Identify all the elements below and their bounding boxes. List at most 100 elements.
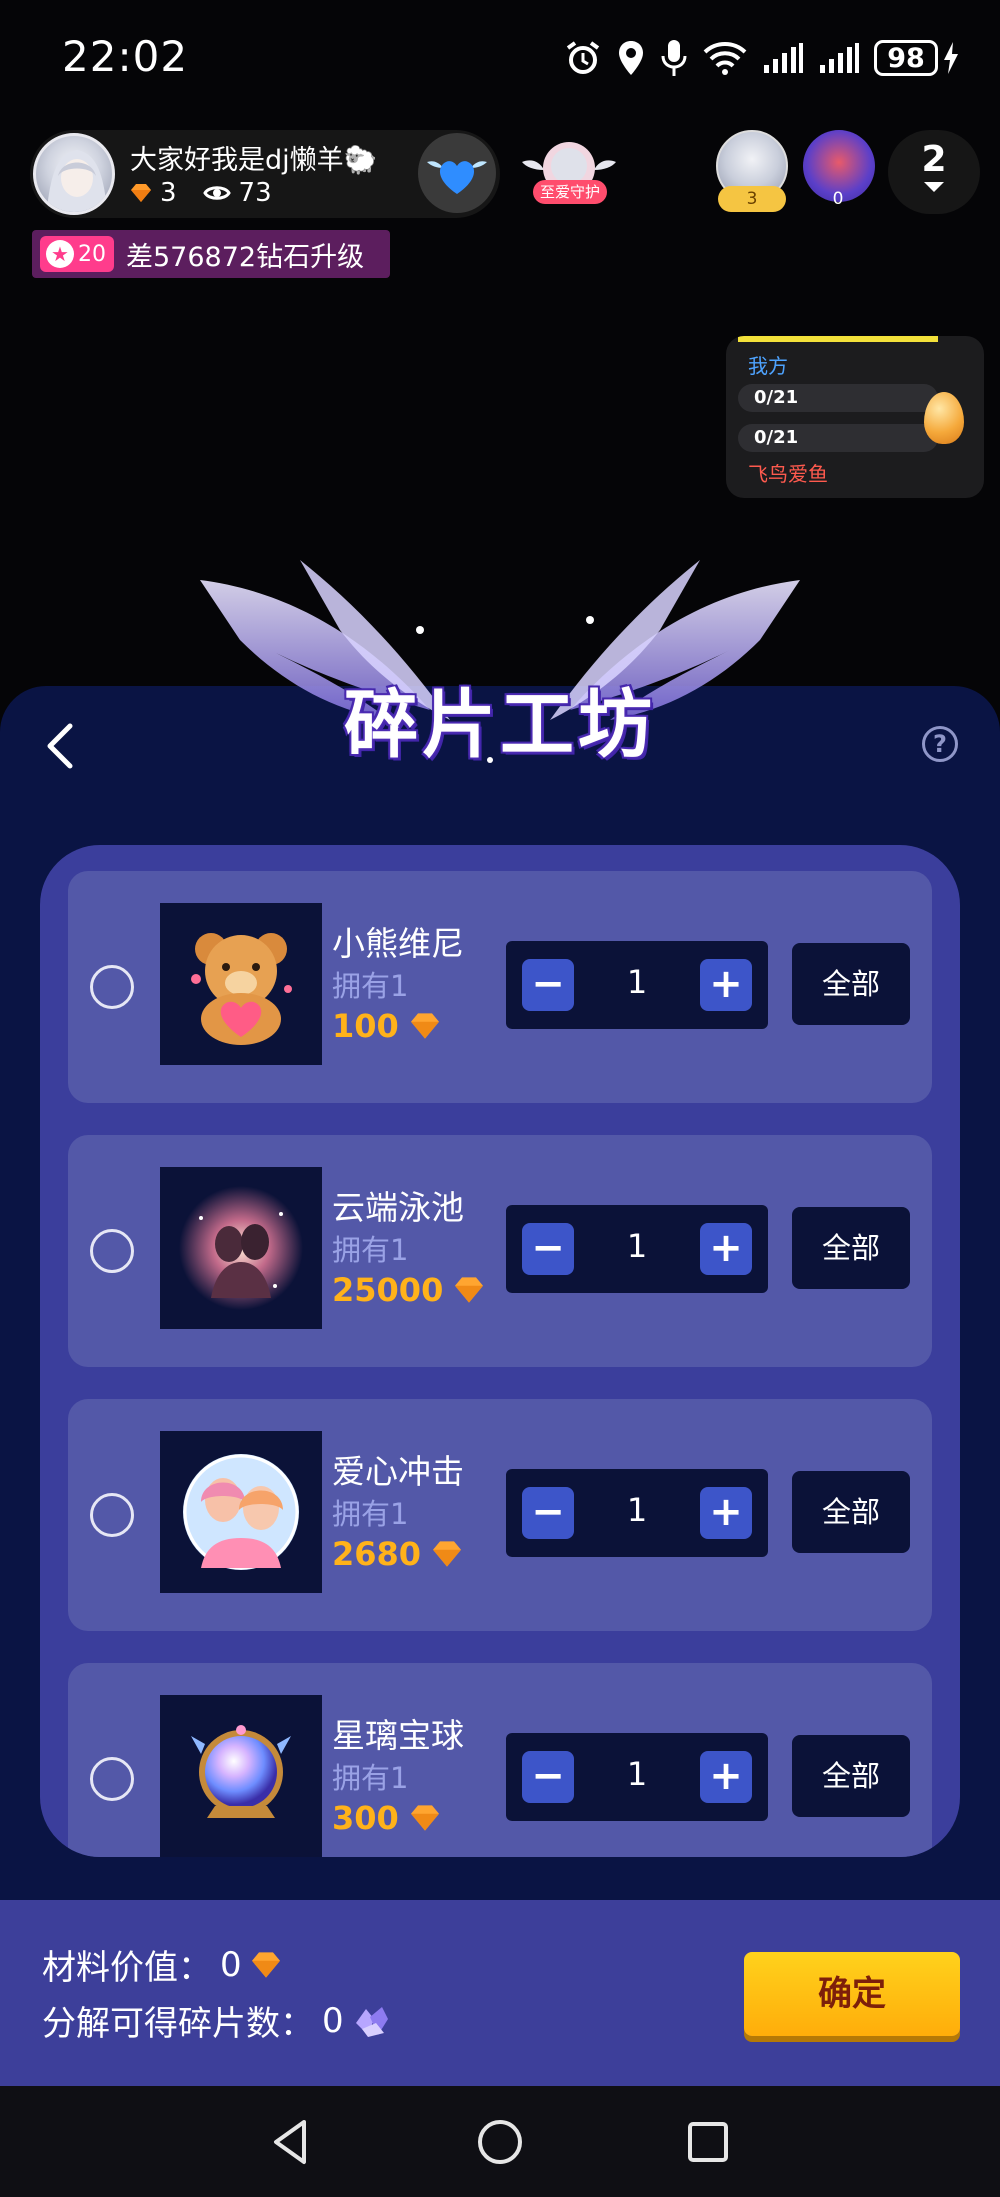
pk-progress-line (738, 336, 938, 342)
back-icon[interactable] (40, 720, 80, 772)
item-image (160, 1695, 322, 1857)
fragment-list-viewport: 小熊维尼 拥有1 100 − 1 + 全部 云端泳池 拥有1 25000 − 1… (68, 871, 932, 1857)
quantity-stepper: − 1 + (506, 1205, 768, 1293)
item-price-value: 25000 (332, 1271, 444, 1309)
mic-icon (661, 40, 687, 76)
decrement-button[interactable]: − (522, 1751, 574, 1803)
item-checkbox[interactable] (90, 1757, 134, 1801)
host-avatar[interactable] (33, 133, 115, 215)
confirm-button[interactable]: 确定 (744, 1952, 960, 2036)
item-price: 25000 (332, 1271, 485, 1309)
diamond-icon (251, 1951, 280, 1978)
level-badge: ★ 20 (40, 236, 114, 272)
level-progress[interactable]: ★ 20 差576872钻石升级 (32, 230, 390, 278)
help-icon[interactable]: ? (922, 726, 958, 762)
item-price: 100 (332, 1007, 441, 1045)
item-price-value: 300 (332, 1799, 399, 1837)
item-image (160, 1167, 322, 1329)
fragment-list[interactable]: 小熊维尼 拥有1 100 − 1 + 全部 云端泳池 拥有1 25000 − 1… (40, 845, 960, 1857)
quantity-value[interactable]: 1 (586, 963, 688, 1001)
increment-button[interactable]: + (700, 1223, 752, 1275)
viewer-count-button[interactable]: 2 (888, 130, 980, 214)
list-item[interactable]: 小熊维尼 拥有1 100 − 1 + 全部 (68, 871, 932, 1103)
pk-score-row: 0/21 (738, 424, 938, 452)
host-name: 大家好我是dj懒羊🐑 (130, 145, 378, 176)
fragment-crystal-icon (355, 2006, 388, 2037)
alarm-icon (566, 41, 600, 74)
quantity-value[interactable]: 1 (586, 1755, 688, 1793)
anime-girls-icon (183, 1454, 299, 1570)
egg-icon (924, 392, 964, 444)
footer-bar: 材料价值： 0 分解可得碎片数： 0 确定 (0, 1900, 1000, 2086)
item-name: 爱心冲击 (332, 1452, 464, 1491)
charging-icon (944, 42, 958, 74)
level-upgrade-text: 差576872钻石升级 (126, 241, 365, 273)
status-icons: 98 (564, 36, 960, 80)
item-checkbox[interactable] (90, 965, 134, 1009)
item-checkbox[interactable] (90, 1493, 134, 1537)
pk-panel[interactable]: 我方 0/21 0/21 飞鸟爱鱼 (726, 336, 984, 498)
diamond-icon (410, 1013, 439, 1039)
increment-button[interactable]: + (700, 1751, 752, 1803)
item-price-value: 100 (332, 1007, 399, 1045)
pk-score-row: 0/21 (738, 384, 938, 412)
battery-indicator: 98 (874, 40, 960, 76)
quantity-value[interactable]: 1 (586, 1491, 688, 1529)
increment-button[interactable]: + (700, 1487, 752, 1539)
quantity-stepper: − 1 + (506, 1733, 768, 1821)
material-value-label: 材料价值： (42, 1948, 212, 1988)
item-price: 300 (332, 1799, 441, 1837)
quantity-stepper: − 1 + (506, 941, 768, 1029)
couple-glow-icon (179, 1186, 303, 1310)
signal-icon (820, 43, 859, 73)
select-all-button[interactable]: 全部 (792, 1735, 910, 1817)
back-icon[interactable] (264, 2114, 320, 2170)
quantity-stepper: − 1 + (506, 1469, 768, 1557)
follow-button[interactable] (418, 133, 496, 213)
diamond-icon (410, 1805, 439, 1831)
list-item[interactable]: 爱心冲击 拥有1 2680 − 1 + 全部 (68, 1399, 932, 1631)
view-count: 73 (238, 178, 272, 208)
fragment-count-label: 分解可得碎片数： (42, 2004, 314, 2044)
eye-icon (202, 186, 231, 200)
viewer-count: 2 (921, 139, 947, 180)
item-owned: 拥有1 (332, 1233, 409, 1267)
quantity-value[interactable]: 1 (586, 1227, 688, 1265)
decrement-button[interactable]: − (522, 959, 574, 1011)
battery-level: 98 (874, 40, 938, 76)
item-price-value: 2680 (332, 1535, 422, 1573)
diamond-icon (455, 1277, 484, 1303)
chevron-down-icon (924, 182, 944, 192)
screen: 22:02 98 大家好我是dj懒羊🐑 3 73 至爱守护 3 0 2 ★ 20… (0, 0, 1000, 2197)
item-image (160, 1431, 322, 1593)
fragment-count: 0 (322, 2000, 344, 2041)
status-time: 22:02 (62, 32, 189, 81)
list-item[interactable]: 云端泳池 拥有1 25000 − 1 + 全部 (68, 1135, 932, 1367)
item-image (160, 903, 322, 1065)
winged-heart-icon (427, 161, 487, 194)
list-item[interactable]: 星璃宝球 拥有1 300 − 1 + 全部 (68, 1663, 932, 1857)
location-icon (619, 41, 643, 75)
select-all-button[interactable]: 全部 (792, 1207, 910, 1289)
crystal-orb-icon (191, 1725, 291, 1818)
item-name: 云端泳池 (332, 1188, 464, 1227)
level-number: 20 (78, 241, 106, 267)
material-value: 0 (220, 1944, 242, 1985)
item-name: 小熊维尼 (332, 924, 464, 963)
select-all-button[interactable]: 全部 (792, 1471, 910, 1553)
viewer-badge: 0 (832, 189, 844, 209)
item-price: 2680 (332, 1535, 463, 1573)
page-title: 碎片工坊 (344, 682, 656, 768)
item-checkbox[interactable] (90, 1229, 134, 1273)
system-nav-bar (0, 2086, 1000, 2197)
teddy-bear-icon (191, 933, 292, 1045)
recents-icon[interactable] (680, 2114, 736, 2170)
signal-icon (764, 43, 803, 73)
item-name: 星璃宝球 (332, 1716, 464, 1755)
select-all-button[interactable]: 全部 (792, 943, 910, 1025)
home-icon[interactable] (472, 2114, 528, 2170)
increment-button[interactable]: + (700, 959, 752, 1011)
decrement-button[interactable]: − (522, 1223, 574, 1275)
decrement-button[interactable]: − (522, 1487, 574, 1539)
viewer-badge: 3 (718, 186, 786, 212)
